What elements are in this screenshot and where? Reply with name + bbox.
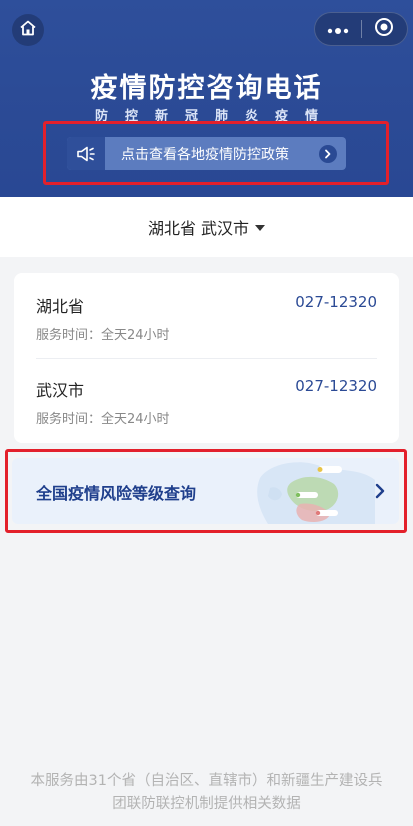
region-label: 湖北省 武汉市: [147, 219, 250, 238]
page-title: 疫情防控咨询电话: [90, 73, 323, 104]
caret-down-icon: [255, 225, 266, 231]
more-button[interactable]: [315, 13, 361, 45]
hotline-service-hours: 服务时间：全天24小时: [36, 412, 170, 427]
close-button[interactable]: [361, 13, 407, 45]
more-dots-icon: [327, 20, 349, 39]
home-icon: [19, 19, 37, 41]
footer-line: 团联防联控机制提供相关数据: [112, 796, 301, 812]
mini-program-capsule: [314, 12, 408, 46]
footer-line: 本服务由31个省（自治区、直辖市）和新疆生产建设兵: [30, 773, 383, 789]
header-banner: 疫情防控咨询电话 防控新冠肺炎疫情 点击查看各地疫情防控政策: [0, 0, 413, 197]
hotline-service-hours: 服务时间：全天24小时: [36, 328, 170, 343]
hotline-region-name: 武汉市: [36, 381, 85, 400]
highlight-box-policy: [43, 121, 389, 185]
hotline-phone-link[interactable]: 027-12320: [295, 293, 377, 311]
close-circle-icon: [374, 17, 394, 41]
hotline-card: 湖北省 027-12320 服务时间：全天24小时 武汉市 027-12320 …: [14, 273, 399, 443]
hotline-phone-link[interactable]: 027-12320: [295, 377, 377, 395]
hotline-divider: [36, 358, 377, 359]
footer-note: 本服务由31个省（自治区、直辖市）和新疆生产建设兵 团联防联控机制提供相关数据: [0, 770, 413, 816]
region-selector[interactable]: 湖北省 武汉市: [0, 197, 413, 257]
home-button[interactable]: [12, 14, 44, 46]
hotline-region-name: 湖北省: [36, 297, 85, 316]
highlight-box-risk: [5, 449, 407, 533]
